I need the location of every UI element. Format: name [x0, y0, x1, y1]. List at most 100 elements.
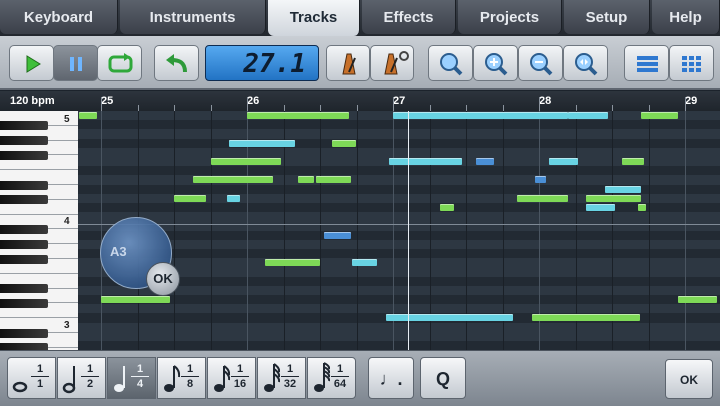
list-view-button[interactable] — [624, 45, 669, 81]
zoom-in-button[interactable] — [473, 45, 518, 81]
grid-view-button[interactable] — [669, 45, 714, 81]
play-icon — [26, 55, 41, 73]
playhead[interactable] — [407, 111, 409, 350]
beat-line — [648, 111, 650, 350]
black-key[interactable] — [0, 224, 48, 234]
black-key[interactable] — [0, 239, 48, 249]
black-key[interactable] — [0, 343, 48, 350]
position-display: 27.1 — [205, 45, 319, 81]
ok-button[interactable]: OK — [665, 359, 713, 399]
midi-note[interactable] — [549, 158, 579, 165]
tab-effects[interactable]: Effects — [362, 0, 456, 34]
note-length-1-1-button[interactable]: 11 — [7, 357, 56, 399]
note-length-1-64-button[interactable]: 1 64 — [307, 357, 356, 399]
midi-note[interactable] — [677, 296, 718, 303]
midi-note[interactable] — [174, 194, 207, 202]
midi-note[interactable] — [226, 194, 240, 202]
note-length-numerator: 1 — [331, 362, 349, 377]
bar-label: 27 — [393, 95, 406, 107]
note-grid[interactable] — [78, 111, 720, 350]
midi-note[interactable] — [439, 204, 455, 211]
tab-help[interactable]: Help — [652, 0, 720, 34]
piano-roll[interactable]: 120 bpm 25 26 27 28 29 5 4 3 A3 OK — [0, 91, 720, 350]
midi-note[interactable] — [229, 139, 296, 147]
note-length-1-4-button[interactable]: 14 — [107, 357, 156, 399]
piano-keyboard[interactable]: 5 4 3 — [0, 111, 78, 350]
tab-tracks[interactable]: Tracks — [268, 0, 360, 36]
black-key[interactable] — [0, 180, 48, 190]
note-length-numerator: 1 — [131, 362, 149, 377]
midi-note[interactable] — [264, 259, 320, 267]
midi-note[interactable] — [192, 176, 274, 184]
black-key[interactable] — [0, 195, 48, 205]
midi-note[interactable] — [315, 176, 351, 184]
black-key[interactable] — [0, 284, 48, 294]
midi-note[interactable] — [622, 158, 645, 165]
black-key[interactable] — [0, 150, 48, 160]
thirty-second-note-icon — [264, 363, 281, 392]
note-length-1-32-button[interactable]: 1 32 — [257, 357, 306, 399]
quantize-button[interactable]: Q — [420, 357, 466, 399]
note-length-1-16-button[interactable]: 1 16 — [207, 357, 256, 399]
midi-note[interactable] — [210, 158, 281, 165]
tab-instruments[interactable]: Instruments — [120, 0, 266, 34]
midi-note[interactable] — [324, 231, 351, 239]
beat-line — [174, 111, 175, 350]
black-key[interactable] — [0, 328, 48, 338]
beat-line — [356, 111, 358, 350]
midi-note[interactable] — [388, 158, 462, 165]
dotted-note-button[interactable]: ♩. — [368, 357, 414, 399]
midi-note[interactable] — [476, 158, 494, 165]
note-length-denominator: 2 — [86, 378, 94, 390]
midi-note[interactable] — [517, 194, 569, 202]
zoom-button[interactable] — [428, 45, 473, 81]
play-button[interactable] — [9, 45, 54, 81]
midi-note[interactable] — [638, 204, 646, 211]
zoom-icon — [440, 53, 463, 76]
tab-projects[interactable]: Projects — [458, 0, 562, 34]
note-length-denominator: 1 — [36, 378, 44, 390]
beat-line — [320, 111, 321, 350]
pitch-picker-ok-button[interactable]: OK — [146, 262, 180, 296]
black-key[interactable] — [0, 121, 48, 131]
zoom-fit-button[interactable] — [563, 45, 608, 81]
midi-note[interactable] — [641, 112, 678, 119]
midi-note[interactable] — [568, 112, 608, 119]
midi-note[interactable] — [604, 185, 642, 193]
note-length-1-2-button[interactable]: 12 — [57, 357, 106, 399]
undo-icon — [166, 54, 187, 73]
undo-button[interactable] — [154, 45, 199, 81]
loop-button[interactable] — [97, 45, 142, 81]
pause-button[interactable] — [53, 45, 98, 81]
midi-note[interactable] — [352, 259, 377, 267]
midi-note[interactable] — [531, 314, 640, 322]
loop-icon — [108, 53, 133, 73]
pause-icon — [70, 57, 82, 71]
midi-note[interactable] — [585, 194, 642, 202]
midi-note[interactable] — [101, 296, 170, 303]
note-length-numerator: 1 — [181, 362, 199, 377]
midi-note[interactable] — [247, 112, 350, 119]
note-length-1-8-button[interactable]: 18 — [157, 357, 206, 399]
midi-note[interactable] — [585, 204, 615, 211]
sixty-fourth-note-icon — [314, 362, 331, 392]
bar-label: 28 — [539, 95, 552, 107]
bar-label: 25 — [101, 95, 114, 107]
midi-note[interactable] — [298, 176, 315, 184]
zoom-out-button[interactable] — [518, 45, 563, 81]
black-key[interactable] — [0, 298, 48, 308]
tab-setup[interactable]: Setup — [564, 0, 650, 34]
midi-note[interactable] — [534, 176, 547, 184]
sixteenth-note-icon — [214, 365, 231, 392]
metronome-icon — [342, 53, 356, 75]
black-key[interactable] — [0, 254, 48, 264]
midi-note[interactable] — [385, 314, 513, 322]
black-key[interactable] — [0, 136, 48, 146]
metronome-settings-button[interactable] — [370, 45, 414, 81]
midi-note[interactable] — [393, 112, 569, 119]
midi-note[interactable] — [79, 112, 97, 119]
midi-note[interactable] — [331, 139, 357, 147]
tab-keyboard[interactable]: Keyboard — [0, 0, 118, 34]
metronome-button[interactable] — [326, 45, 370, 81]
timeline-ruler[interactable]: 120 bpm 25 26 27 28 29 — [0, 91, 720, 111]
